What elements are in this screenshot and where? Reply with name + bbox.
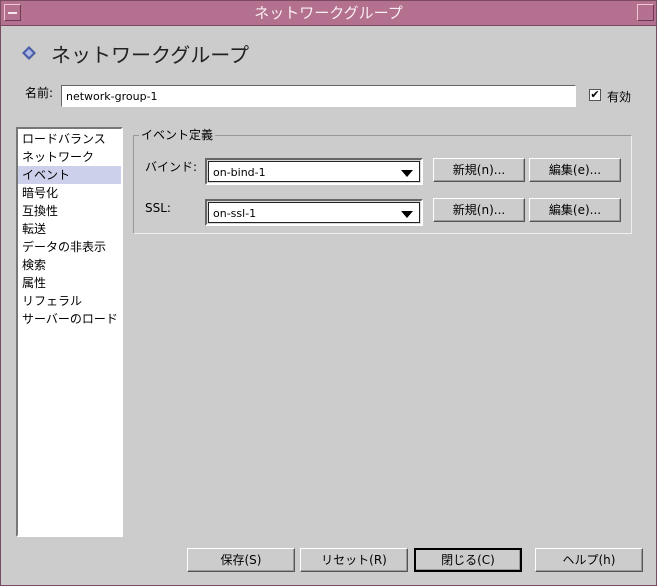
nav-item-server-load[interactable]: サーバーのロード [18,310,121,328]
nav-item-attributes[interactable]: 属性 [18,274,121,292]
reset-button[interactable]: リセット(R) [300,548,408,572]
page-title: ネットワークグループ [51,43,249,67]
enabled-checkbox[interactable]: ✔ [589,89,601,101]
dropdown-arrow-icon [401,211,413,218]
new-ssl-button[interactable]: 新規(n)... [433,198,525,222]
close-button[interactable]: 閉じる(C) [414,548,522,572]
nav-item-forwarding[interactable]: 転送 [18,220,121,238]
bind-event-value: on-bind-1 [213,166,266,179]
title-bar[interactable]: ネットワークグループ [1,1,656,26]
dialog-window: ネットワークグループ ネットワークグループ 名前: ✔ 有効 ロードバランス ネ… [0,0,657,586]
window-title: ネットワークグループ [254,4,403,22]
category-list[interactable]: ロードバランス ネットワーク イベント 暗号化 互換性 転送 データの非表示 検… [16,127,123,537]
enabled-label: 有効 [607,90,632,104]
nav-item-data-hiding[interactable]: データの非表示 [18,238,121,256]
nav-item-network[interactable]: ネットワーク [18,148,121,166]
nav-item-load-balance[interactable]: ロードバランス [18,130,121,148]
event-definition-title: イベント定義 [139,126,216,143]
ssl-event-select[interactable]: on-ssl-1 [205,199,423,226]
name-input[interactable] [61,85,576,107]
save-button[interactable]: 保存(S) [187,548,295,572]
ssl-event-value: on-ssl-1 [213,207,257,220]
dropdown-arrow-icon [401,170,413,177]
edit-ssl-button[interactable]: 編集(e)... [529,198,621,222]
new-bind-button[interactable]: 新規(n)... [433,158,525,182]
nav-item-compatibility[interactable]: 互換性 [18,202,121,220]
window-menu-button[interactable] [4,4,21,21]
nav-item-encryption[interactable]: 暗号化 [18,184,121,202]
nav-item-referral[interactable]: リフェラル [18,292,121,310]
nav-item-search[interactable]: 検索 [18,256,121,274]
bind-label: バインド: [145,160,198,174]
ssl-label: SSL: [145,201,171,215]
diamond-icon [22,46,36,60]
window-control-button[interactable] [637,4,654,21]
nav-item-events[interactable]: イベント [18,166,121,184]
help-button[interactable]: ヘルプ(h) [535,548,643,572]
bind-event-select[interactable]: on-bind-1 [205,158,423,185]
name-label: 名前: [25,86,54,100]
edit-bind-button[interactable]: 編集(e)... [529,158,621,182]
